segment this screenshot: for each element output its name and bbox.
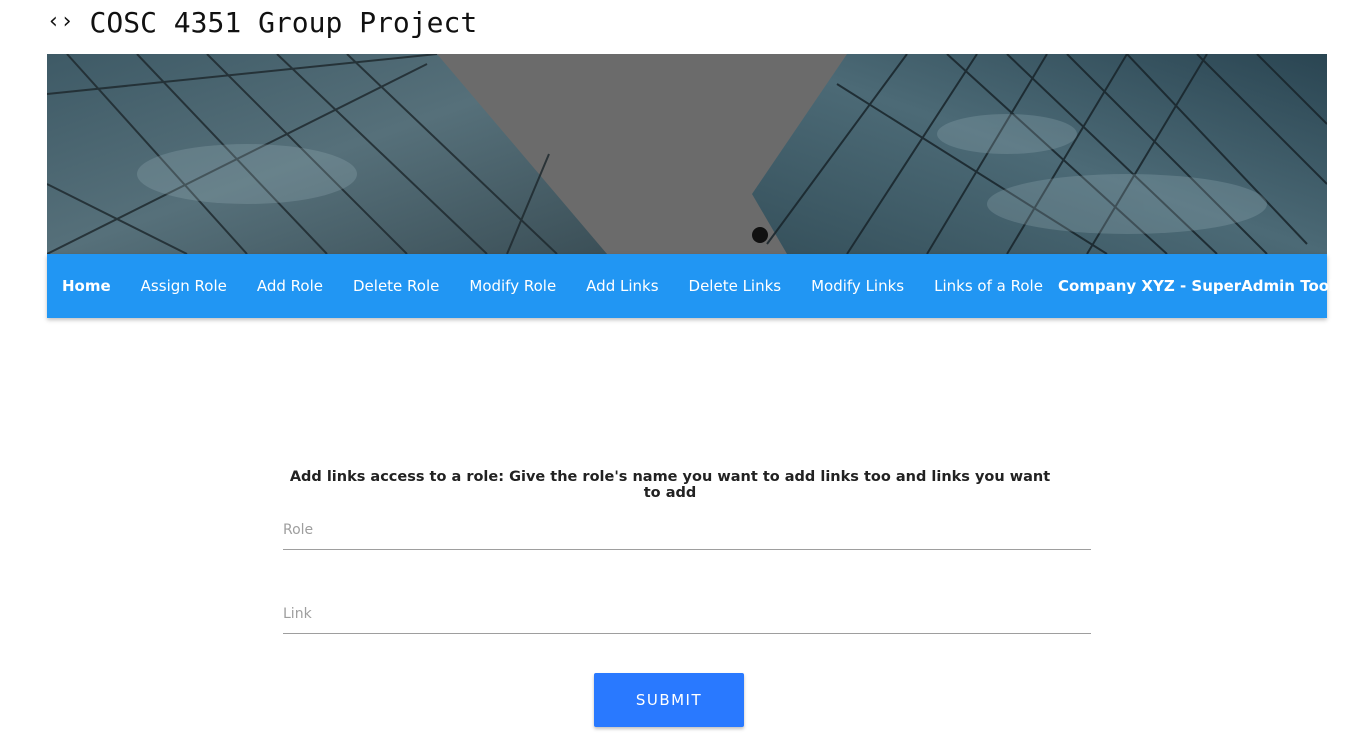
link-input[interactable] [283,594,1091,634]
page-title: COSC 4351 Group Project [89,5,478,39]
submit-button[interactable]: SUBMIT [594,673,744,727]
building-glass-image [47,54,1327,254]
nav-add-role[interactable]: Add Role [242,254,338,318]
nav-add-links[interactable]: Add Links [571,254,673,318]
main-navbar: Home Assign Role Add Role Delete Role Mo… [47,254,1343,318]
navbar-brand[interactable]: Company XYZ - SuperAdmin Tools [1058,254,1343,318]
code-icon: ‹› [47,9,74,34]
hero-banner-image [47,54,1327,254]
nav-delete-links[interactable]: Delete Links [674,254,797,318]
form-heading: Add links access to a role: Give the rol… [289,469,1051,501]
role-input[interactable] [283,510,1091,550]
nav-modify-links[interactable]: Modify Links [796,254,919,318]
page-header: ‹› COSC 4351 Group Project [47,4,477,40]
nav-modify-role[interactable]: Modify Role [454,254,571,318]
nav-links-of-a-role[interactable]: Links of a Role [919,254,1058,318]
nav-home[interactable]: Home [47,254,126,318]
nav-assign-role[interactable]: Assign Role [126,254,242,318]
nav-delete-role[interactable]: Delete Role [338,254,454,318]
